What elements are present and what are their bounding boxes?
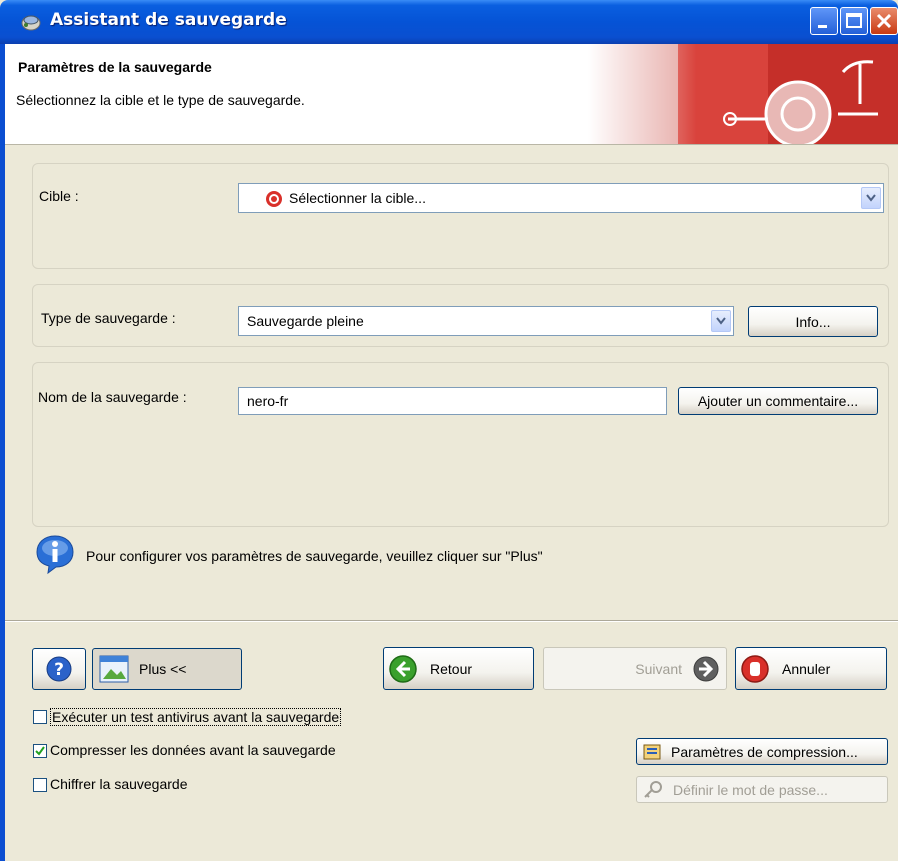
backup-type-label: Type de sauvegarde :	[41, 310, 176, 326]
vault-illustration	[588, 44, 898, 144]
antivirus-checkbox[interactable]	[33, 710, 47, 724]
wizard-header: Paramètres de la sauvegarde Sélectionnez…	[0, 44, 898, 145]
stop-hand-icon	[741, 654, 769, 683]
backup-type-group: Type de sauvegarde : Sauvegarde pleine I…	[32, 284, 889, 347]
encrypt-checkbox[interactable]	[33, 778, 47, 792]
minimize-button[interactable]	[810, 7, 838, 35]
target-value: Sélectionner la cible...	[289, 190, 426, 206]
cancel-button-label: Annuler	[782, 660, 831, 677]
set-password-label: Définir le mot de passe...	[673, 781, 828, 798]
page-title: Paramètres de la sauvegarde	[18, 59, 212, 75]
backup-name-group: Nom de la sauvegarde : nero-fr Ajouter u…	[32, 362, 889, 527]
backup-name-label: Nom de la sauvegarde :	[38, 389, 187, 405]
chevron-down-icon	[866, 194, 876, 202]
backup-type-dropdown-button[interactable]	[711, 310, 731, 332]
backup-type-value: Sauvegarde pleine	[247, 313, 364, 329]
archive-icon	[643, 744, 661, 759]
maximize-icon	[846, 13, 862, 28]
app-icon	[21, 15, 41, 31]
info-message: Pour configurer vos paramètres de sauveg…	[86, 548, 543, 564]
target-label: Cible :	[39, 188, 79, 204]
more-button-label: Plus <<	[139, 661, 187, 677]
back-button-label: Retour	[430, 660, 473, 677]
divider	[5, 620, 898, 622]
compress-checkbox[interactable]	[33, 744, 47, 758]
key-icon	[644, 780, 662, 798]
target-select[interactable]: Sélectionner la cible...	[238, 183, 884, 213]
encrypt-label[interactable]: Chiffrer la sauvegarde	[50, 776, 187, 792]
maximize-button[interactable]	[840, 7, 868, 35]
target-dropdown-button[interactable]	[861, 187, 881, 209]
help-icon: ?	[46, 656, 72, 682]
chevron-down-icon	[716, 317, 726, 325]
close-button[interactable]	[870, 7, 898, 35]
minimize-icon	[818, 25, 827, 28]
window-left-border	[0, 44, 5, 861]
close-icon	[876, 13, 892, 29]
antivirus-label[interactable]: Exécuter un test antivirus avant la sauv…	[50, 708, 342, 726]
more-button[interactable]: Plus <<	[92, 648, 242, 690]
next-button[interactable]: Suivant	[543, 647, 727, 690]
target-group: Cible : Sélectionner la cible...	[32, 163, 889, 269]
back-button[interactable]: Retour	[383, 647, 534, 690]
window-title: Assistant de sauvegarde	[50, 10, 287, 30]
cancel-button[interactable]: Annuler	[735, 647, 887, 690]
title-bar[interactable]: Assistant de sauvegarde	[0, 0, 898, 44]
set-password-button[interactable]: Définir le mot de passe...	[636, 776, 888, 803]
backup-type-select[interactable]: Sauvegarde pleine	[238, 306, 734, 336]
add-comment-button[interactable]: Ajouter un commentaire...	[678, 387, 878, 415]
info-button[interactable]: Info...	[748, 306, 878, 337]
next-button-label: Suivant	[635, 660, 682, 677]
info-icon	[36, 535, 74, 575]
checkmark-icon	[35, 746, 45, 756]
forward-arrow-icon	[693, 656, 719, 681]
compress-label[interactable]: Compresser les données avant la sauvegar…	[50, 742, 336, 758]
help-button[interactable]: ?	[32, 648, 86, 690]
compression-settings-button[interactable]: Paramètres de compression...	[636, 738, 888, 765]
panel-expand-icon	[99, 655, 129, 683]
backup-wizard-window: Assistant de sauvegarde Paramètres de la…	[0, 0, 898, 861]
compression-settings-label: Paramètres de compression...	[671, 743, 858, 760]
target-icon	[266, 191, 282, 207]
back-arrow-icon	[389, 654, 417, 683]
page-subtitle: Sélectionnez la cible et le type de sauv…	[16, 92, 305, 108]
backup-name-input[interactable]: nero-fr	[238, 387, 667, 415]
svg-text:?: ?	[54, 660, 64, 680]
